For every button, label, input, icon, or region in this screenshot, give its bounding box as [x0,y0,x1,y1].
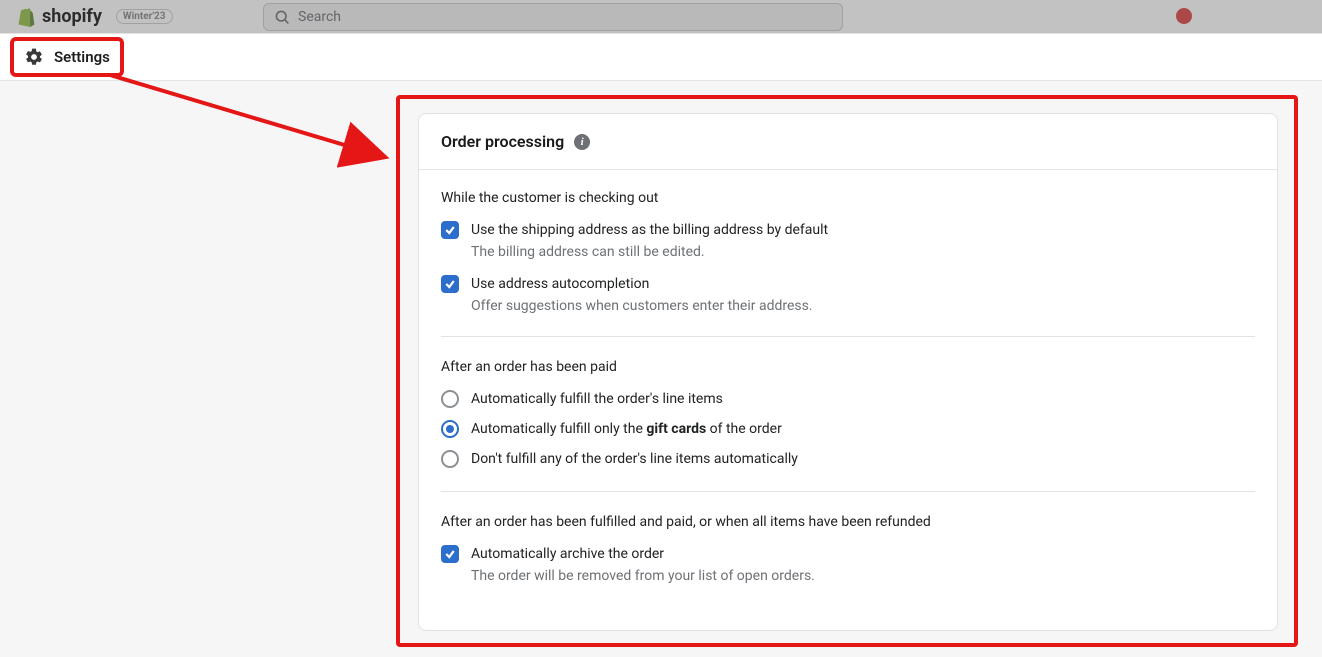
option-label: Use the shipping address as the billing … [471,220,1255,240]
radio-button[interactable] [441,420,459,438]
shopify-logo-icon [16,7,36,27]
card-body: While the customer is checking out Use t… [419,170,1277,630]
option-shipping-as-billing[interactable]: Use the shipping address as the billing … [441,220,1255,260]
card-title: Order processing [441,132,564,151]
option-label: Don't fulfill any of the order's line it… [471,449,1255,469]
notification-dot-icon [1176,8,1192,24]
option-text: Automatically fulfill only the gift card… [471,419,1255,439]
fulfilled-heading: After an order has been fulfilled and pa… [441,514,1255,530]
search-input[interactable]: Search [263,3,843,31]
brand-badge: Winter'23 [116,9,173,24]
radio-fulfill-gift-cards[interactable]: Automatically fulfill only the gift card… [441,419,1255,439]
option-text: Use address autocompletion Offer suggest… [471,274,1255,314]
check-icon [444,548,456,560]
search-placeholder: Search [298,9,341,25]
annotation-arrow-icon [90,75,410,215]
paid-heading: After an order has been paid [441,359,1255,375]
divider [441,491,1255,492]
brand: shopify Winter'23 [16,6,173,27]
checkbox-auto-archive[interactable] [441,545,459,563]
option-text: Don't fulfill any of the order's line it… [471,449,1255,469]
info-icon[interactable]: i [574,134,590,150]
settings-button[interactable]: Settings [10,37,124,77]
option-label: Automatically fulfill the order's line i… [471,389,1255,409]
spacer [441,598,1255,606]
main-area: Order processing i While the customer is… [0,81,1322,657]
option-text: Automatically archive the order The orde… [471,544,1255,584]
label-part: Automatically fulfill only the [471,421,646,437]
label-part: of the order [706,421,782,437]
label-bold: gift cards [646,421,706,437]
radio-button[interactable] [441,390,459,408]
option-help: Offer suggestions when customers enter t… [471,298,1255,314]
check-icon [444,278,456,290]
radio-button[interactable] [441,450,459,468]
option-help: The order will be removed from your list… [471,568,1255,584]
order-processing-card: Order processing i While the customer is… [418,113,1278,631]
radio-fulfill-all[interactable]: Automatically fulfill the order's line i… [441,389,1255,409]
checkbox-shipping-as-billing[interactable] [441,221,459,239]
fulfillment-radio-group: Automatically fulfill the order's line i… [441,389,1255,469]
option-label: Automatically archive the order [471,544,1255,564]
brand-name: shopify [42,6,102,27]
option-help: The billing address can still be edited. [471,244,1255,260]
gear-icon [24,47,44,67]
option-auto-archive[interactable]: Automatically archive the order The orde… [441,544,1255,584]
checkout-heading: While the customer is checking out [441,190,1255,206]
option-address-autocomplete[interactable]: Use address autocompletion Offer suggest… [441,274,1255,314]
check-icon [444,224,456,236]
option-label: Automatically fulfill only the gift card… [471,419,1255,439]
settings-strip: Settings [0,34,1322,81]
radio-dont-fulfill[interactable]: Don't fulfill any of the order's line it… [441,449,1255,469]
top-bar: shopify Winter'23 Search [0,0,1322,34]
search-icon [274,9,290,25]
option-label: Use address autocompletion [471,274,1255,294]
divider [441,336,1255,337]
option-text: Use the shipping address as the billing … [471,220,1255,260]
checkbox-address-autocomplete[interactable] [441,275,459,293]
settings-label: Settings [54,48,110,66]
card-header: Order processing i [419,114,1277,170]
option-text: Automatically fulfill the order's line i… [471,389,1255,409]
